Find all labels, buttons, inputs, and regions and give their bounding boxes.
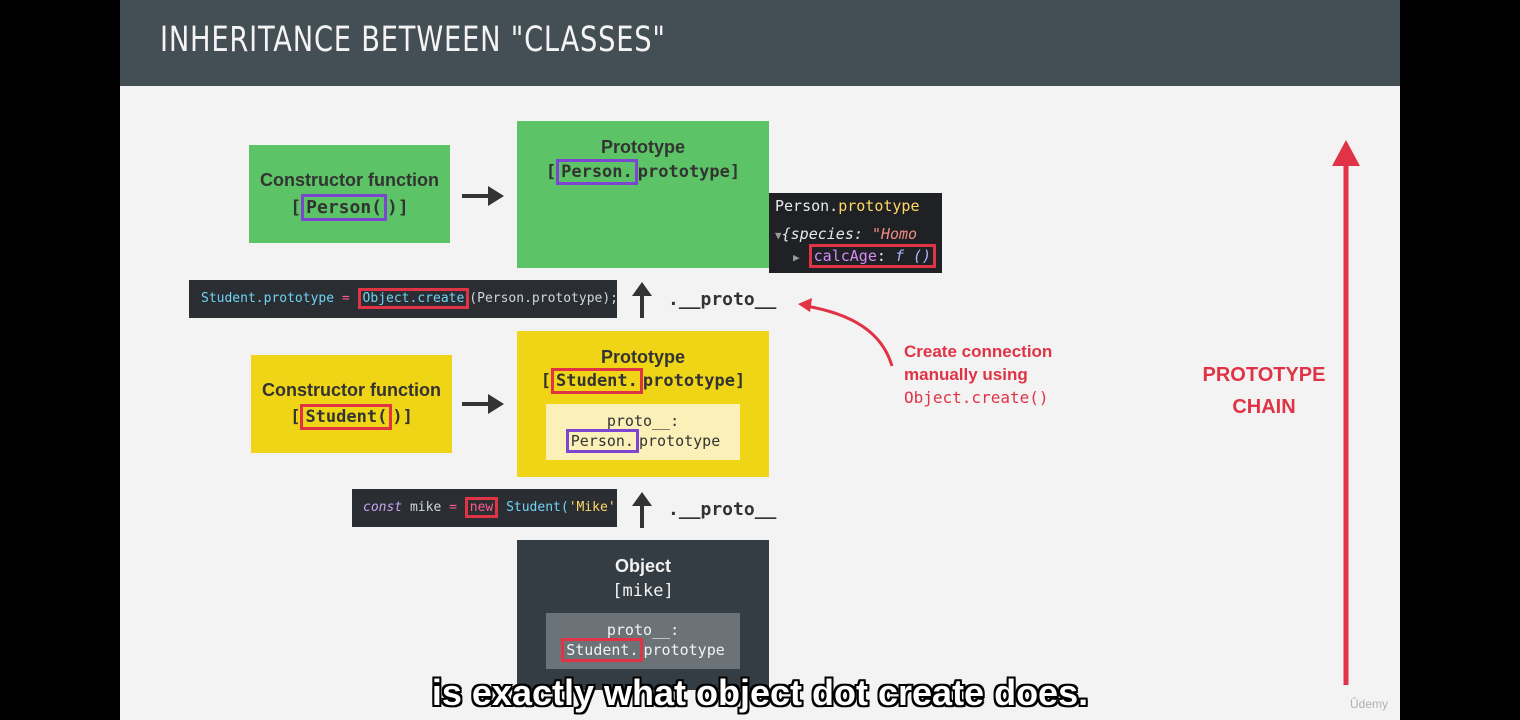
mike-heading: Object bbox=[614, 556, 671, 576]
arrow-up-icon bbox=[632, 492, 652, 528]
console-line-3[interactable]: ▶ calcAge: f () bbox=[793, 244, 937, 268]
person-proto-highlight: Person. bbox=[565, 429, 639, 453]
person-prototype-highlight: Person. bbox=[556, 159, 638, 185]
person-prototype-heading: Prototype bbox=[600, 137, 685, 157]
student-constructor-heading: Constructor function bbox=[262, 380, 441, 400]
student-proto-inner: proto__: Person. prototype bbox=[546, 404, 740, 460]
code-snippet-object-create: Student.prototype = Object.create (Person… bbox=[189, 280, 617, 318]
annotation: Create connection manually using Object.… bbox=[904, 342, 1053, 407]
proto-label-2: .__proto__ bbox=[668, 499, 777, 520]
mike-object-box: Object [mike] proto__: Student. prototype bbox=[517, 540, 769, 690]
student-proto-highlight: Student. bbox=[561, 638, 644, 662]
mike-inner: proto__: Student. prototype bbox=[546, 613, 740, 669]
person-prototype-name: [Person. prototype] bbox=[517, 159, 769, 185]
code-snippet-new-student: const mike = new Student('Mike', bbox=[352, 489, 617, 527]
person-constructor-name: [Person()] bbox=[249, 194, 450, 221]
slide-title: INHERITANCE BETWEEN "CLASSES" bbox=[160, 20, 666, 60]
person-constructor-heading: Constructor function bbox=[260, 170, 439, 190]
collapse-triangle-icon: ▶ bbox=[793, 251, 800, 264]
person-constructor-box: Constructor function [Person()] bbox=[249, 145, 450, 243]
proto-label-1: .__proto__ bbox=[668, 289, 777, 310]
student-prototype-highlight: Student. bbox=[551, 368, 643, 394]
student-highlight: Student( bbox=[300, 404, 393, 430]
student-constructor-name: [Student()] bbox=[251, 404, 452, 430]
header-bar: INHERITANCE BETWEEN "CLASSES" bbox=[120, 0, 1400, 86]
video-caption: is exactly what object dot create does. bbox=[431, 672, 1089, 713]
prototype-chain-label: PROTOTYPE CHAIN bbox=[1202, 364, 1326, 418]
arrow-right-icon bbox=[462, 186, 504, 206]
person-highlight: Person( bbox=[301, 194, 387, 221]
person-prototype-box: Prototype [Person. prototype] bbox=[517, 121, 769, 268]
student-constructor-box: Constructor function [Student()] bbox=[251, 355, 452, 453]
student-prototype-box: Prototype [Student. prototype] proto__: P… bbox=[517, 331, 769, 477]
arrow-right-icon bbox=[462, 394, 504, 414]
arrow-up-icon bbox=[632, 282, 652, 318]
object-create-highlight: Object.create bbox=[357, 288, 470, 309]
console-line-1: Person.prototype bbox=[775, 197, 920, 215]
console-output: Person.prototype ▼{species: "Homo ▶ calc… bbox=[769, 193, 942, 273]
person-ctor-rest: )] bbox=[387, 197, 409, 218]
student-prototype-heading: Prototype bbox=[600, 347, 685, 367]
prototype-chain-arrow-icon bbox=[1332, 140, 1360, 685]
new-keyword-highlight: new bbox=[464, 497, 499, 518]
console-line-2[interactable]: ▼{species: "Homo bbox=[775, 225, 917, 243]
mike-name: [mike] bbox=[612, 581, 674, 601]
person-prototype-rest: prototype] bbox=[637, 162, 741, 182]
curved-arrow-icon bbox=[798, 298, 894, 367]
student-prototype-name: [Student. prototype] bbox=[517, 368, 769, 394]
slide: INHERITANCE BETWEEN "CLASSES" Constructo… bbox=[120, 0, 1400, 720]
expand-triangle-icon: ▼ bbox=[775, 229, 782, 242]
